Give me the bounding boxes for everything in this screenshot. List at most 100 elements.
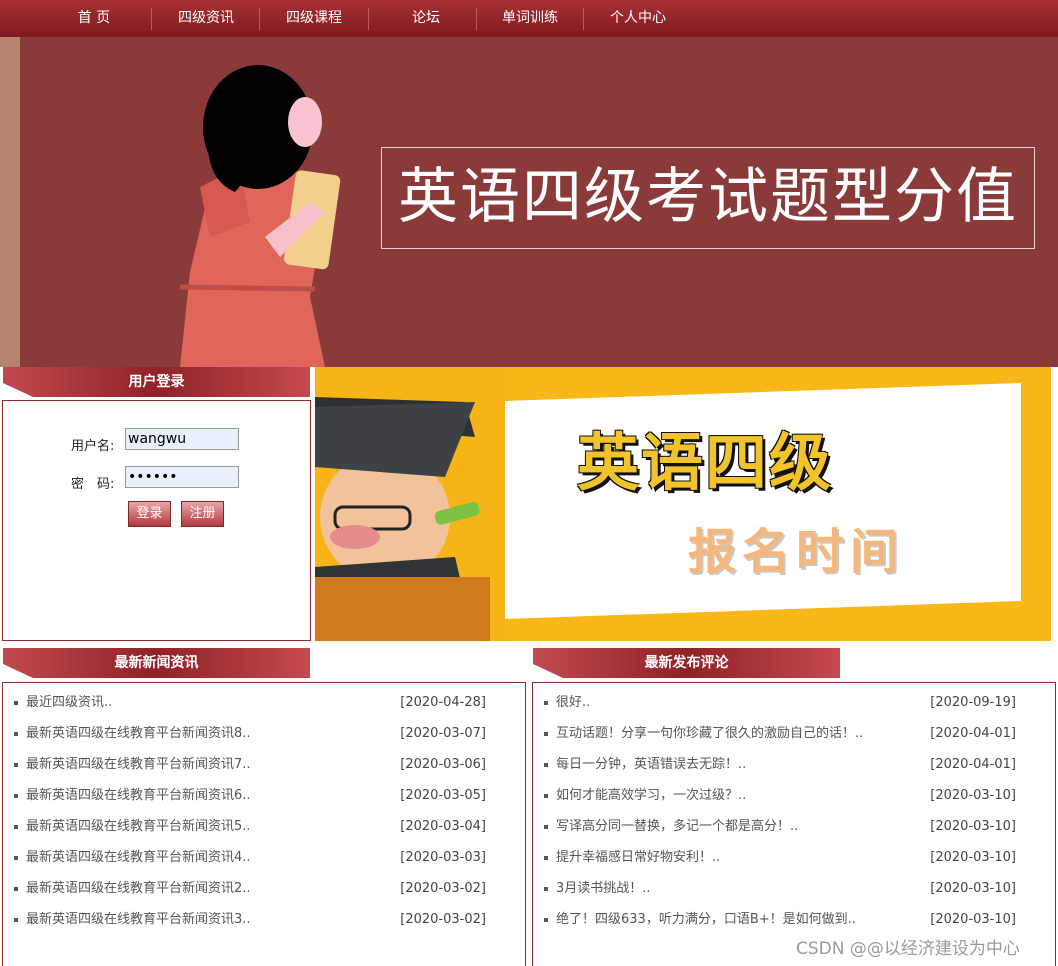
heading-notch — [3, 664, 33, 678]
judge-illustration — [315, 367, 505, 641]
comment-title-link[interactable]: 每日一分钟，英语错误去无踪！.. — [556, 749, 746, 780]
bullet — [14, 701, 18, 705]
news-list: 最近四级资讯.. [2020-04-28] 最新英语四级在线教育平台新闻资讯8..… — [14, 687, 486, 935]
password-input[interactable] — [125, 466, 239, 488]
bullet — [544, 887, 548, 891]
comment-date: [2020-09-19] — [930, 695, 1016, 710]
nav-user-center[interactable]: 个人中心 — [592, 0, 684, 37]
list-item: 绝了！四级633，听力满分，口语B+！是如何做到.. [2020-03-10] — [544, 904, 1016, 935]
comment-date: [2020-04-01] — [930, 757, 1016, 772]
comment-title-link[interactable]: 绝了！四级633，听力满分，口语B+！是如何做到.. — [556, 904, 856, 935]
news-title-link[interactable]: 最新英语四级在线教育平台新闻资讯7.. — [26, 749, 251, 780]
news-heading: 最新新闻资讯 — [3, 648, 310, 678]
bullet — [14, 732, 18, 736]
bullet — [14, 763, 18, 767]
list-item: 每日一分钟，英语错误去无踪！.. [2020-04-01] — [544, 749, 1016, 780]
nav-home[interactable]: 首 页 — [52, 0, 136, 37]
news-date: [2020-03-05] — [400, 788, 486, 803]
bullet — [544, 918, 548, 922]
news-date: [2020-03-02] — [400, 881, 486, 896]
list-item: 最新英语四级在线教育平台新闻资讯2.. [2020-03-02] — [14, 873, 486, 904]
bullet — [14, 794, 18, 798]
list-item: 很好.. [2020-09-19] — [544, 687, 1016, 718]
nav-separator — [368, 8, 369, 30]
news-date: [2020-03-06] — [400, 757, 486, 772]
top-nav: 首 页 四级资讯 四级课程 论坛 单词训练 个人中心 — [0, 0, 1058, 37]
hero-banner: 英语四级考试题型分值 — [0, 37, 1058, 367]
bullet — [544, 732, 548, 736]
registration-ad[interactable]: 英语四级 报名时间 — [315, 367, 1051, 641]
bullet — [14, 825, 18, 829]
password-label: 密 码: — [71, 477, 115, 492]
news-date: [2020-03-07] — [400, 726, 486, 741]
bullet — [544, 825, 548, 829]
comments-list: 很好.. [2020-09-19] 互动话题！分享一句你珍藏了很久的激励自己的话！… — [544, 687, 1016, 935]
login-panel: 用户名: 密 码: 登录 注册 — [2, 400, 311, 641]
banner-title: 英语四级考试题型分值 — [381, 147, 1035, 249]
login-button[interactable]: 登录 — [128, 501, 171, 527]
comment-title-link[interactable]: 提升幸福感日常好物安利！.. — [556, 842, 720, 873]
list-item: 3月读书挑战！.. [2020-03-10] — [544, 873, 1016, 904]
comment-title-link[interactable]: 互动话题！分享一句你珍藏了很久的激励自己的话！.. — [556, 718, 863, 749]
comment-title-link[interactable]: 很好.. — [556, 687, 590, 718]
bullet — [544, 701, 548, 705]
heading-notch — [3, 383, 33, 397]
nav-cet4-courses[interactable]: 四级课程 — [268, 0, 360, 37]
comment-date: [2020-03-10] — [930, 788, 1016, 803]
comments-panel: 很好.. [2020-09-19] 互动话题！分享一句你珍藏了很久的激励自己的话！… — [532, 682, 1056, 966]
list-item: 最新英语四级在线教育平台新闻资讯8.. [2020-03-07] — [14, 718, 486, 749]
comment-title-link[interactable]: 写译高分同一替换，多记一个都是高分！.. — [556, 811, 798, 842]
list-item: 写译高分同一替换，多记一个都是高分！.. [2020-03-10] — [544, 811, 1016, 842]
login-heading: 用户登录 — [3, 367, 310, 397]
comment-date: [2020-03-10] — [930, 912, 1016, 927]
bullet — [14, 918, 18, 922]
bullet — [544, 763, 548, 767]
news-heading-text: 最新新闻资讯 — [114, 655, 199, 671]
bullet — [544, 794, 548, 798]
watermark: CSDN @@以经济建设为中心 — [796, 939, 1020, 959]
banner-edge — [0, 37, 20, 367]
comment-title-link[interactable]: 3月读书挑战！.. — [556, 873, 651, 904]
heading-notch — [533, 664, 563, 678]
nav-separator — [151, 8, 152, 30]
news-title-link[interactable]: 最新英语四级在线教育平台新闻资讯8.. — [26, 718, 251, 749]
bullet — [14, 856, 18, 860]
comment-date: [2020-03-10] — [930, 850, 1016, 865]
register-button[interactable]: 注册 — [181, 501, 224, 527]
list-item: 最新英语四级在线教育平台新闻资讯4.. [2020-03-03] — [14, 842, 486, 873]
comments-heading-text: 最新发布评论 — [644, 655, 729, 671]
bullet — [14, 887, 18, 891]
comment-date: [2020-03-10] — [930, 881, 1016, 896]
news-title-link[interactable]: 最新英语四级在线教育平台新闻资讯4.. — [26, 842, 251, 873]
username-input[interactable] — [125, 428, 239, 450]
news-title-link[interactable]: 最新英语四级在线教育平台新闻资讯6.. — [26, 780, 251, 811]
login-heading-text: 用户登录 — [128, 374, 185, 390]
list-item: 最新英语四级在线教育平台新闻资讯6.. [2020-03-05] — [14, 780, 486, 811]
nav-cet4-news[interactable]: 四级资讯 — [160, 0, 252, 37]
nav-forum[interactable]: 论坛 — [380, 0, 472, 37]
comment-title-link[interactable]: 如何才能高效学习，一次过级？.. — [556, 780, 746, 811]
nav-word-training[interactable]: 单词训练 — [484, 0, 576, 37]
news-panel: 最近四级资讯.. [2020-04-28] 最新英语四级在线教育平台新闻资讯8..… — [2, 682, 526, 966]
nav-separator — [583, 8, 584, 30]
news-date: [2020-03-03] — [400, 850, 486, 865]
news-title-link[interactable]: 最新英语四级在线教育平台新闻资讯2.. — [26, 873, 251, 904]
news-title-link[interactable]: 最近四级资讯.. — [26, 687, 112, 718]
list-item: 最近四级资讯.. [2020-04-28] — [14, 687, 486, 718]
list-item: 最新英语四级在线教育平台新闻资讯7.. [2020-03-06] — [14, 749, 486, 780]
ad-subtitle: 报名时间 — [688, 524, 905, 580]
comment-date: [2020-03-10] — [930, 819, 1016, 834]
comments-heading: 最新发布评论 — [533, 648, 840, 678]
news-title-link[interactable]: 最新英语四级在线教育平台新闻资讯5.. — [26, 811, 251, 842]
list-item: 提升幸福感日常好物安利！.. [2020-03-10] — [544, 842, 1016, 873]
list-item: 互动话题！分享一句你珍藏了很久的激励自己的话！.. [2020-04-01] — [544, 718, 1016, 749]
list-item: 最新英语四级在线教育平台新闻资讯3.. [2020-03-02] — [14, 904, 486, 935]
news-date: [2020-03-04] — [400, 819, 486, 834]
nav-separator — [259, 8, 260, 30]
news-title-link[interactable]: 最新英语四级在线教育平台新闻资讯3.. — [26, 904, 251, 935]
username-label: 用户名: — [71, 439, 115, 454]
news-date: [2020-03-02] — [400, 912, 486, 927]
ad-title: 英语四级 — [577, 426, 834, 499]
list-item: 如何才能高效学习，一次过级？.. [2020-03-10] — [544, 780, 1016, 811]
nav-separator — [476, 8, 477, 30]
